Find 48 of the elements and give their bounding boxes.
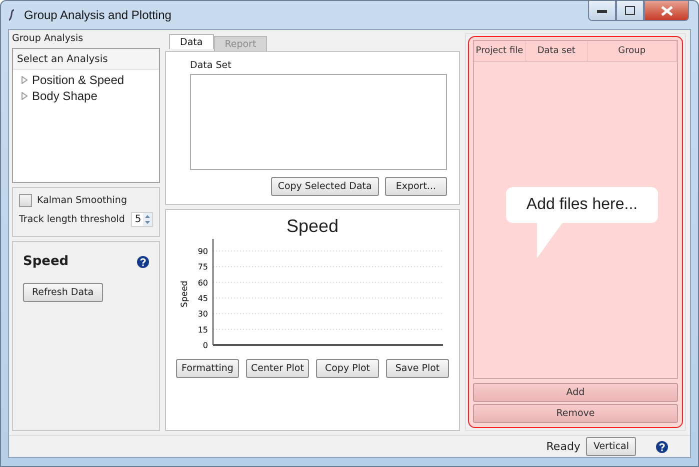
plot-button[interactable]: Save Plot: [386, 359, 449, 378]
refresh-button[interactable]: Refresh Data: [23, 283, 103, 302]
close-button[interactable]: [644, 1, 689, 21]
app-icon: [8, 9, 16, 21]
tick-label: 45: [197, 294, 208, 303]
maximize-icon: [625, 6, 635, 15]
help-icon[interactable]: [137, 256, 149, 268]
field-label: Data Set: [190, 60, 232, 71]
tree-item[interactable]: Body Shape: [32, 89, 98, 103]
checkbox-label: Kalman Smoothing: [37, 195, 127, 206]
section-title: Speed: [23, 254, 69, 269]
panel-title: Group Analysis: [12, 33, 84, 44]
column-header[interactable]: Project file: [474, 41, 526, 61]
file-button[interactable]: Remove: [473, 404, 678, 423]
spinner-arrows-icon[interactable]: [143, 213, 152, 226]
column-header[interactable]: Group: [588, 41, 677, 61]
collapsed-icon[interactable]: [21, 76, 28, 84]
close-icon: [660, 6, 672, 16]
checkbox[interactable]: [19, 194, 32, 207]
plot-button[interactable]: Copy Plot: [316, 359, 379, 378]
tick-label: 90: [197, 247, 208, 256]
chart-title: Speed: [286, 216, 339, 237]
collapsed-icon[interactable]: [21, 92, 28, 100]
tick-label: 15: [197, 325, 208, 334]
spinner-field[interactable]: 5: [130, 212, 153, 227]
list-header: Select an Analysis: [13, 49, 159, 70]
minimize-icon: [597, 8, 607, 12]
tick-label: 75: [197, 262, 208, 272]
tab[interactable]: Data: [169, 34, 214, 49]
action-button[interactable]: Copy Selected Data: [270, 177, 379, 196]
callout-tail-icon: [537, 222, 563, 258]
column-header[interactable]: Data set: [526, 41, 588, 61]
tick-label: 0: [202, 341, 208, 350]
tick-label: 60: [197, 278, 208, 288]
status-text: Ready: [546, 440, 580, 453]
file-button[interactable]: Add: [473, 383, 678, 402]
action-button[interactable]: Export...: [384, 177, 447, 196]
layout-button[interactable]: Vertical: [586, 437, 636, 456]
tick-label: 30: [197, 310, 208, 319]
plot-button[interactable]: Formatting: [176, 359, 239, 378]
help-icon[interactable]: [656, 440, 668, 452]
plot-button[interactable]: Center Plot: [246, 359, 309, 378]
maximize-button[interactable]: [616, 1, 644, 21]
minimize-button[interactable]: [588, 1, 616, 21]
window-title: Group Analysis and Plotting: [24, 8, 172, 22]
axis-title: Speed: [180, 280, 190, 308]
tree-item[interactable]: Position & Speed: [32, 73, 124, 87]
field-label: Track length threshold: [19, 214, 125, 225]
